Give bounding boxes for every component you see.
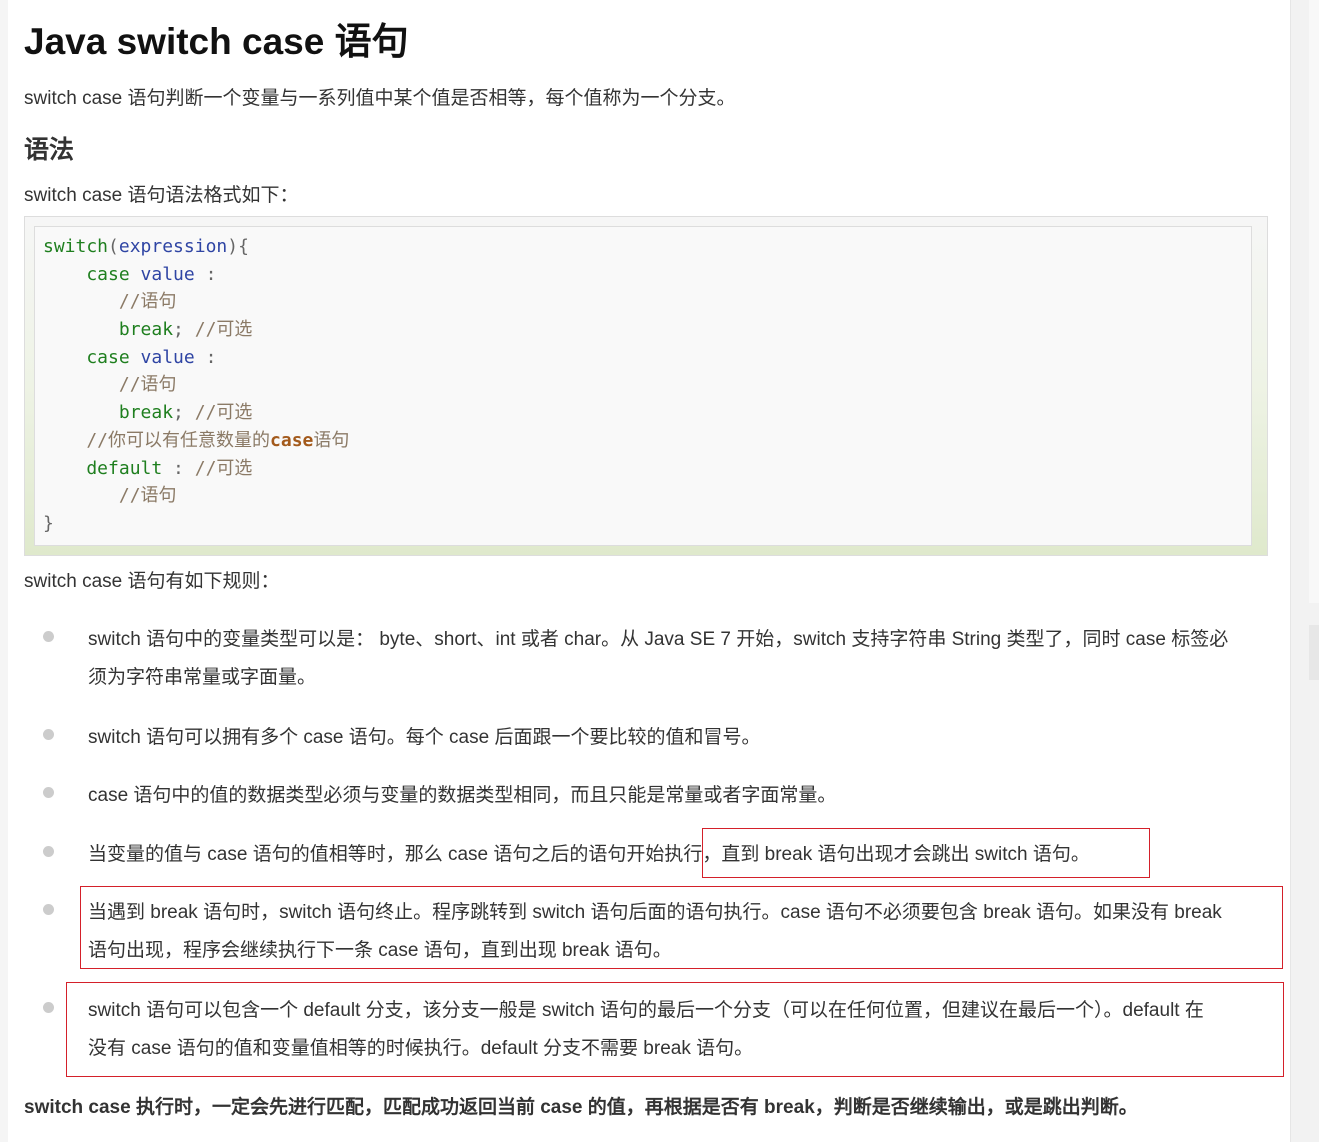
list-item-text: case 语句中的值的数据类型必须与变量的数据类型相同，而且只能是常量或者字面常… [88, 785, 837, 806]
code-comment: 语句 [313, 429, 350, 451]
code-punctuation: ; [173, 319, 184, 341]
code-line: default : //可选 [43, 455, 1251, 483]
code-punctuation: ( [108, 236, 119, 257]
code-comment: //语句 [43, 485, 177, 507]
code-line: } [43, 510, 1251, 538]
code-plain: expression [118, 236, 228, 257]
bullet-icon [43, 846, 54, 857]
page-left-margin [0, 0, 8, 1142]
annotation-box [702, 828, 1150, 878]
bullet-icon [43, 1002, 54, 1013]
code-line: case value : [43, 344, 1251, 372]
rules-intro: switch case 语句有如下规则： [24, 571, 280, 592]
summary-note: switch case 执行时，一定会先进行匹配，匹配成功返回当前 case 的… [24, 1097, 1138, 1118]
code-plain: value [129, 346, 195, 368]
code-keyword: default [43, 457, 163, 479]
code-keyword: break [43, 402, 174, 424]
code-line: break; //可选 [43, 399, 1251, 427]
bullet-icon [43, 787, 54, 798]
bullet-icon [43, 631, 54, 642]
annotation-box [66, 982, 1284, 1077]
code-block: switch(expression){ case value : //语句 br… [24, 216, 1268, 556]
list-item-text: 须为字符串常量或字面量。 [88, 667, 317, 688]
code-punctuation: ){ [227, 236, 249, 257]
code-panel: switch(expression){ case value : //语句 br… [34, 226, 1252, 546]
code-line: case value : [43, 261, 1251, 289]
code-comment: //可选 [183, 402, 253, 424]
code-punctuation: : [194, 263, 217, 285]
code-punctuation: : [162, 457, 184, 479]
code-comment-keyword: case [270, 429, 314, 451]
annotation-box [80, 886, 1283, 969]
code-line: break; //可选 [43, 316, 1251, 344]
article-page: Java switch case 语句 switch case 语句判断一个变量… [0, 0, 1319, 1142]
code-keyword: switch [43, 236, 109, 257]
list-item-text: switch 语句可以拥有多个 case 语句。每个 case 后面跟一个要比较… [88, 727, 761, 748]
right-edge-block [1309, 625, 1319, 680]
code-keyword: case [43, 263, 130, 285]
code-line: //语句 [43, 288, 1251, 316]
code-plain: value [129, 263, 195, 285]
bullet-icon [43, 904, 54, 915]
code-line: switch(expression){ [43, 233, 1251, 261]
code-keyword: case [43, 346, 130, 368]
syntax-heading: 语法 [24, 136, 75, 164]
bullet-icon [43, 729, 54, 740]
code-punctuation: } [43, 512, 54, 534]
code-line: //语句 [43, 371, 1251, 399]
code-comment: //语句 [43, 374, 177, 396]
right-edge-strip [1309, 0, 1319, 603]
code-line: //你可以有任意数量的case语句 [43, 427, 1251, 455]
code-punctuation: : [194, 346, 217, 368]
syntax-intro: switch case 语句语法格式如下： [24, 185, 299, 206]
code-comment: //可选 [183, 457, 253, 479]
code-keyword: break [43, 319, 174, 341]
code-comment: //你可以有任意数量的 [43, 429, 271, 451]
code-punctuation: ; [173, 402, 184, 424]
code-line: //语句 [43, 482, 1251, 510]
page-title: Java switch case 语句 [24, 21, 409, 62]
code-content: switch(expression){ case value : //语句 br… [43, 233, 1251, 538]
code-comment: //可选 [183, 319, 253, 341]
list-item-text: switch 语句中的变量类型可以是： byte、short、int 或者 ch… [88, 629, 1229, 650]
intro-paragraph: switch case 语句判断一个变量与一系列值中某个值是否相等，每个值称为一… [24, 88, 736, 109]
code-comment: //语句 [43, 291, 177, 313]
